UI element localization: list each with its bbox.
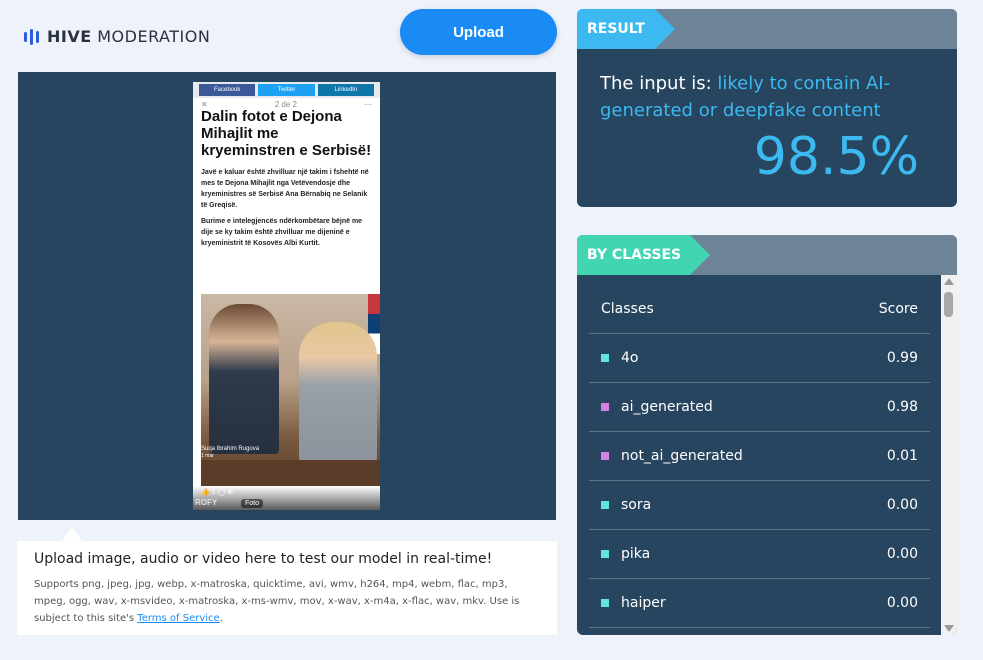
class-name-cell: not_ai_generated <box>601 448 743 464</box>
class-name: haiper <box>621 595 666 611</box>
class-score: 0.99 <box>886 350 918 366</box>
article-paragraph: Burime e intelegjencës ndërkombëtare bëj… <box>201 218 363 247</box>
class-score: 0.01 <box>886 448 918 464</box>
class-color-marker <box>601 354 609 362</box>
hive-logo[interactable]: HIVE MODERATION <box>24 27 210 46</box>
table <box>201 460 380 486</box>
class-color-marker <box>601 403 609 411</box>
scroll-down-icon[interactable] <box>944 625 954 632</box>
class-score: 0.00 <box>886 497 918 513</box>
hive-logo-icon <box>24 28 39 45</box>
class-color-marker <box>601 501 609 509</box>
class-row: not_ai_generated 0.01 <box>589 432 930 481</box>
class-row: ai_generated 0.98 <box>589 383 930 432</box>
tooltip-pointer <box>62 527 82 541</box>
class-row: haiper 0.00 <box>589 579 930 628</box>
classes-header: BY CLASSES <box>577 235 957 275</box>
reaction-icons: 👍 1 ◯ ⊕ <box>201 489 234 496</box>
media-preview[interactable]: Facebook Twitter LinkedIn ✕ 2 de 2 ⋯ Dal… <box>18 72 556 520</box>
watermark-text: ROFY <box>195 498 218 507</box>
article-title: Dalin fotot e Dejona Mihajlit me kryemin… <box>201 108 372 159</box>
result-percentage: 98.5% <box>753 127 919 187</box>
supported-formats: Supports png, jpeg, jpg, webp, x-matrosk… <box>34 579 520 624</box>
class-color-marker <box>601 452 609 460</box>
scroll-thumb[interactable] <box>944 292 953 317</box>
class-score: 0.98 <box>886 399 918 415</box>
class-name: pika <box>621 546 651 562</box>
classes-scrollbar[interactable] <box>941 275 957 635</box>
classes-tag: BY CLASSES <box>577 235 710 275</box>
share-bar: Facebook Twitter LinkedIn <box>193 82 380 98</box>
classes-panel: BY CLASSES Classes Score 4o 0.99 ai_genera… <box>577 235 957 635</box>
image-footer: 👍 1 ◯ ⊕ ROFY Foto <box>193 486 380 510</box>
class-name: not_ai_generated <box>621 448 743 464</box>
class-name-cell: sora <box>601 497 651 513</box>
foto-label: Foto <box>241 499 264 508</box>
class-score: 0.00 <box>886 546 918 562</box>
result-tag: RESULT <box>577 9 675 49</box>
classes-column-header: Classes <box>601 300 654 317</box>
score-column-header: Score <box>878 300 918 317</box>
scroll-up-icon[interactable] <box>944 278 954 285</box>
upload-heading: Upload image, audio or video here to tes… <box>34 551 493 567</box>
class-row: sora 0.00 <box>589 481 930 530</box>
brand-name: HIVE MODERATION <box>47 27 211 46</box>
class-score: 0.00 <box>886 595 918 611</box>
class-name: sora <box>621 497 652 513</box>
class-name: ai_generated <box>621 399 713 415</box>
class-row: pika 0.00 <box>589 530 930 579</box>
uploaded-image: Facebook Twitter LinkedIn ✕ 2 de 2 ⋯ Dal… <box>193 82 380 510</box>
class-name: 4o <box>621 350 639 366</box>
more-icon: ⋯ <box>363 100 372 109</box>
article-paragraph: Javë e kaluar është zhvilluar një takim … <box>201 169 369 209</box>
result-text: The input is: likely to contain AI-gener… <box>600 73 891 121</box>
result-panel: RESULT The input is: likely to contain A… <box>577 9 957 207</box>
classes-table-header: Classes Score <box>589 284 930 334</box>
class-color-marker <box>601 599 609 607</box>
linkedin-share-button: LinkedIn <box>317 84 374 96</box>
class-name-cell: 4o <box>601 350 638 366</box>
photo-date: 1 mar <box>201 453 214 459</box>
article-photo: Suqa Ibrahim Rugova 1 mar <box>201 294 380 486</box>
twitter-share-button: Twitter <box>258 84 315 96</box>
class-color-marker <box>601 550 609 558</box>
upload-info-box: Upload image, audio or video here to tes… <box>17 541 557 635</box>
facebook-share-button: Facebook <box>199 84 256 96</box>
classes-table: Classes Score 4o 0.99 ai_generated 0.98 not_… <box>589 284 930 628</box>
class-row: 4o 0.99 <box>589 334 930 383</box>
result-header: RESULT <box>577 9 957 49</box>
photo-caption: Suqa Ibrahim Rugova <box>201 446 260 452</box>
class-name-cell: ai_generated <box>601 399 713 415</box>
class-name-cell: pika <box>601 546 650 562</box>
class-name-cell: haiper <box>601 595 666 611</box>
terms-of-service-link[interactable]: Terms of Service <box>137 613 219 624</box>
person-right <box>299 322 377 462</box>
person-left <box>209 304 279 454</box>
upload-button[interactable]: Upload <box>400 9 557 55</box>
